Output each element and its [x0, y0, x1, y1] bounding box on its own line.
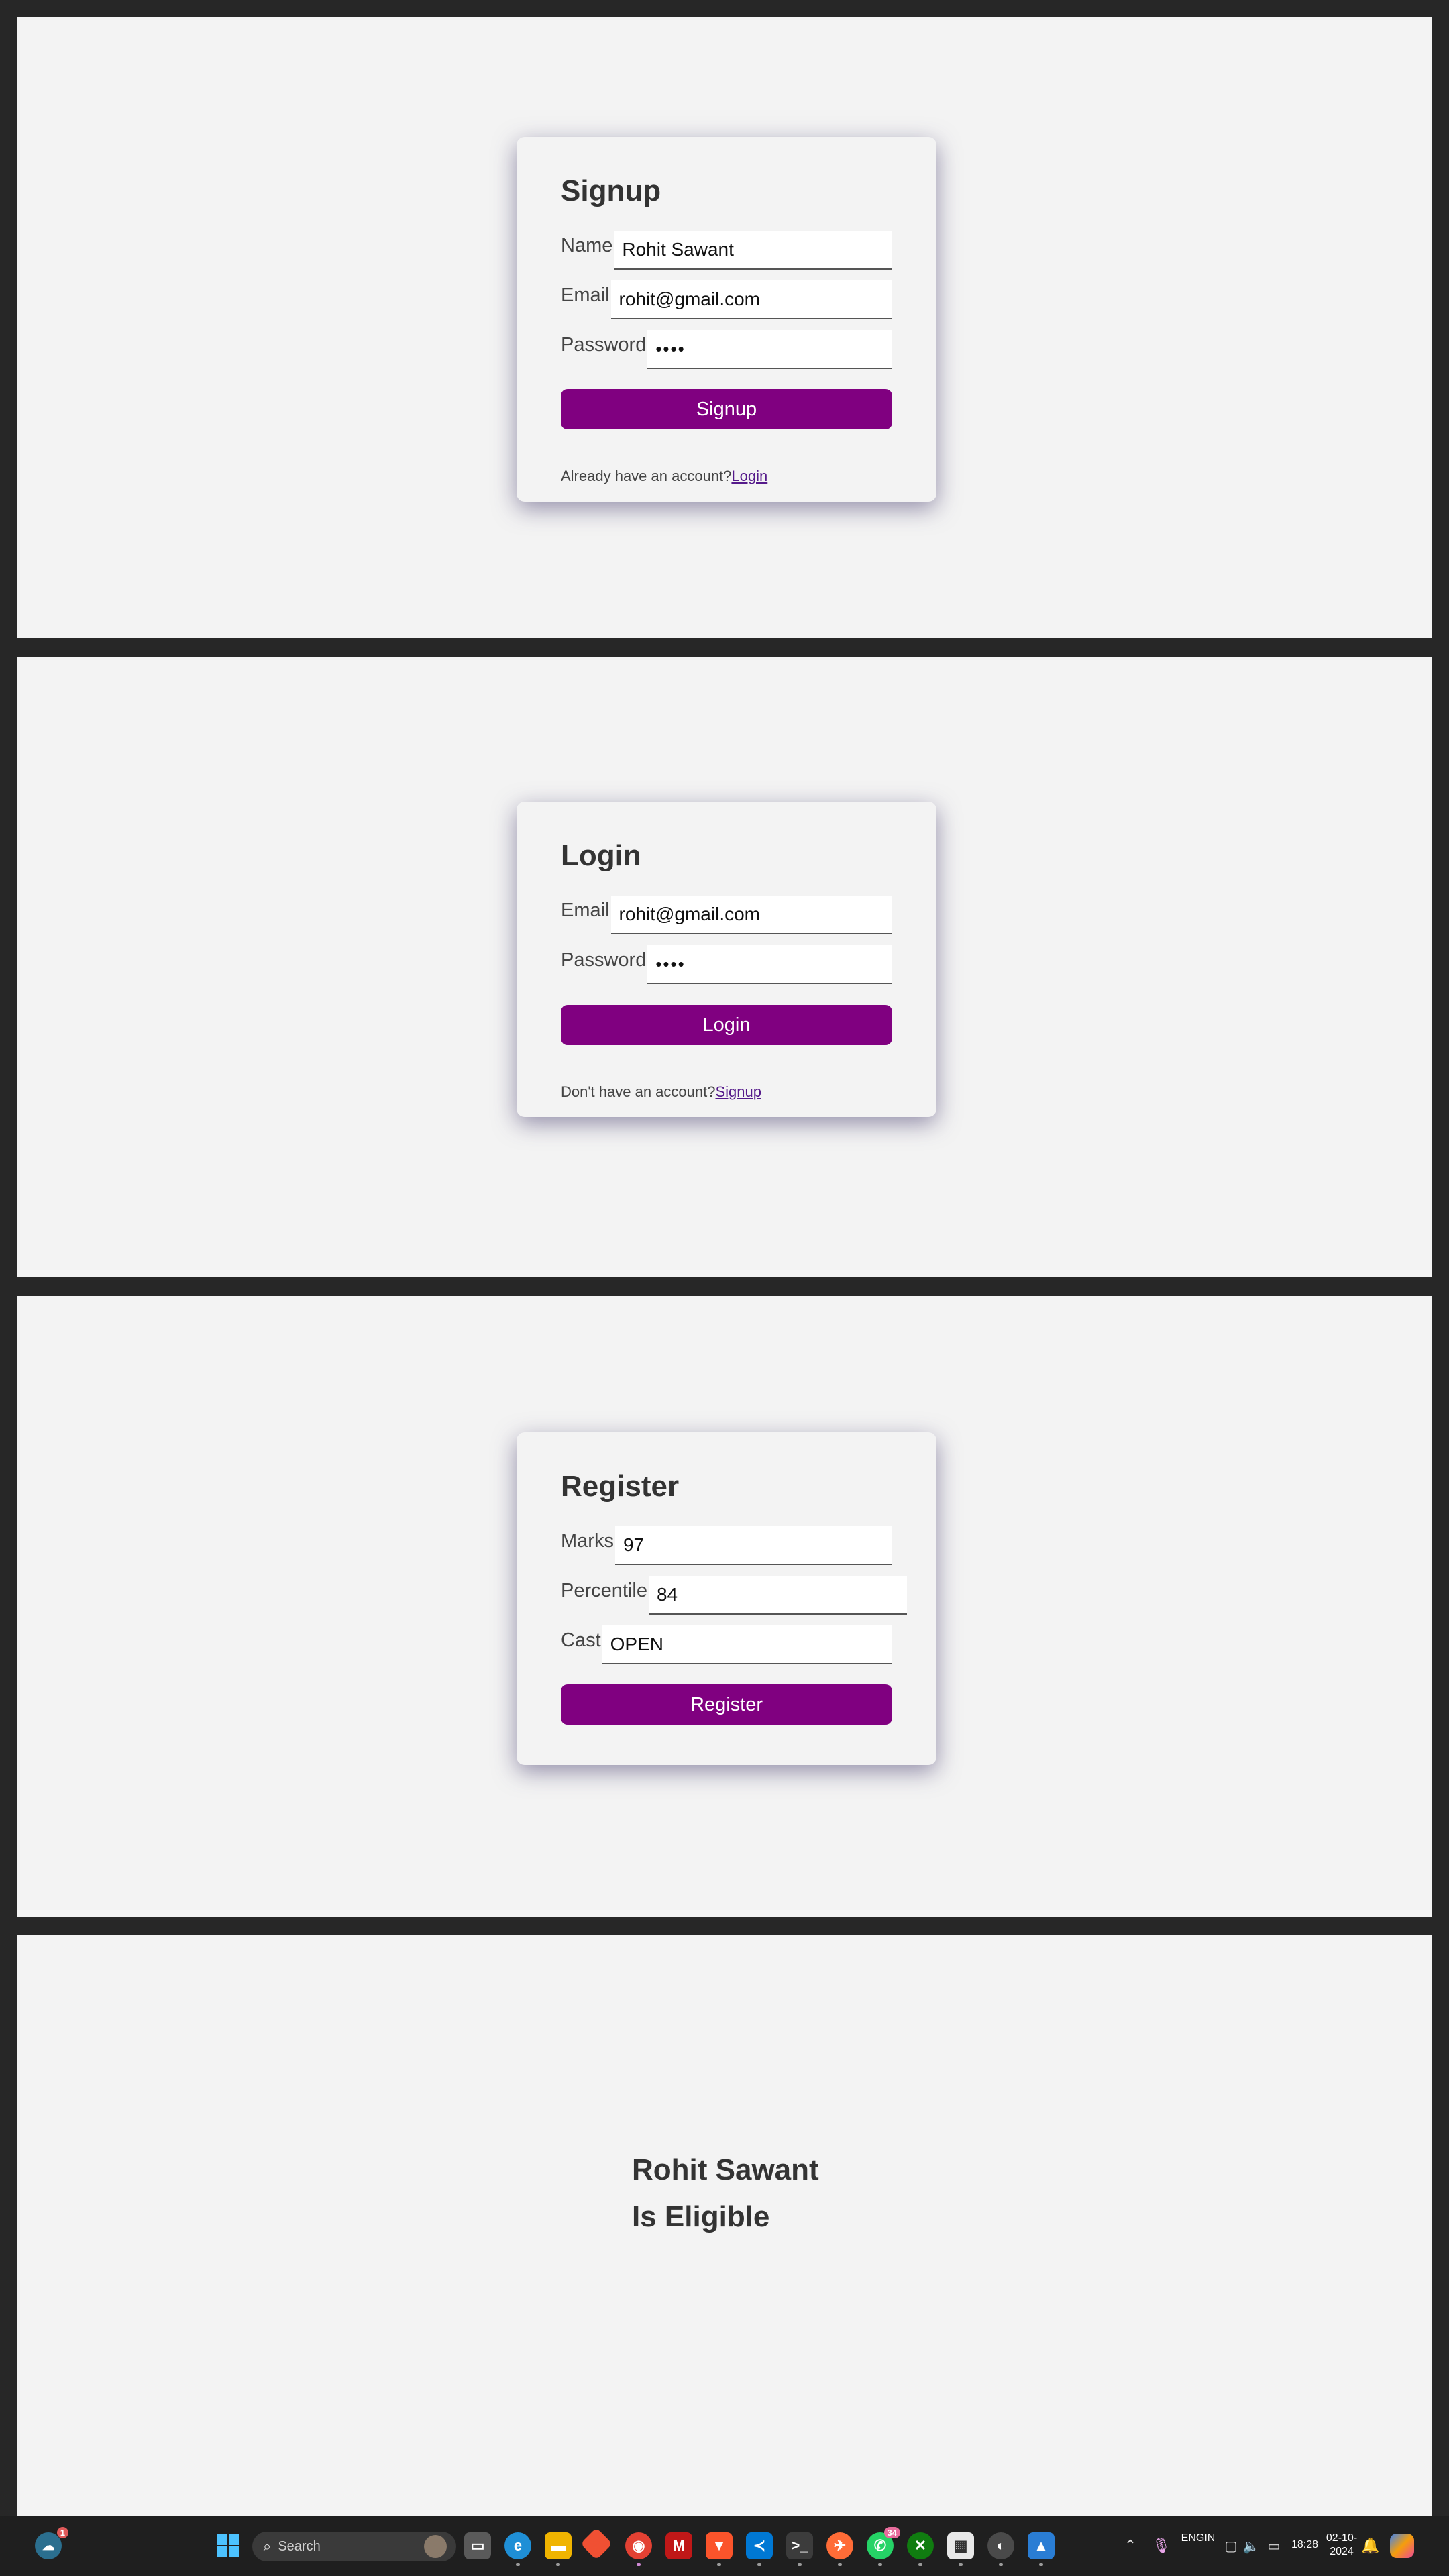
start-icon[interactable]: [216, 2534, 240, 2558]
login-footer-text: Don't have an account?: [561, 1083, 716, 1100]
login-link[interactable]: Login: [731, 468, 767, 484]
widgets-icon[interactable]: ☁ 1: [35, 2527, 68, 2559]
login-panel: Login Email Password Login Don't have an…: [17, 657, 1432, 1277]
password-input[interactable]: [647, 330, 892, 369]
register-title: Register: [561, 1470, 680, 1503]
cast-label: Cast: [561, 1629, 601, 1651]
show-hidden-icons-chevron-icon[interactable]: ⌃: [1120, 2536, 1140, 2556]
password-label: Password: [561, 949, 647, 971]
clock-date: 02-10-2024: [1326, 2532, 1358, 2557]
signup-card: Signup Name Email Password Signup Alread…: [517, 137, 936, 502]
email-input[interactable]: [610, 280, 892, 319]
volume-icon[interactable]: 🔈: [1242, 2537, 1260, 2555]
register-card: Register Marks Percentile Cast Register: [517, 1432, 936, 1765]
chrome-icon[interactable]: ◉: [625, 2532, 652, 2566]
percentile-field-row: Percentile: [561, 1576, 907, 1617]
result-name: Rohit Sawant: [632, 2153, 819, 2186]
signup-button[interactable]: Signup: [561, 389, 892, 429]
ubuntu-icon[interactable]: ◐: [987, 2532, 1014, 2566]
whatsapp-icon[interactable]: ✆ 34: [867, 2527, 900, 2566]
email-input[interactable]: [610, 896, 892, 934]
taskbar: ☁ 1 ⌕ Search ▭ e ▬ ◉ M ▼ ≺ >_ ✈ ✆ 34 ✕ ▦…: [0, 2516, 1449, 2576]
register-button[interactable]: Register: [561, 1684, 892, 1725]
email-field-row: Email: [561, 896, 892, 937]
name-field-row: Name: [561, 231, 892, 272]
signup-footer: Already have an account?Login: [561, 468, 767, 485]
percentile-label: Percentile: [561, 1580, 647, 1601]
notifications-bell-icon[interactable]: 🔔: [1360, 2536, 1381, 2556]
brave-icon[interactable]: ▼: [706, 2532, 733, 2566]
email-field-row: Email: [561, 280, 892, 322]
clock[interactable]: 18:28 02-10-2024: [1291, 2532, 1365, 2559]
search-icon: ⌕: [263, 2538, 272, 2555]
name-input[interactable]: [614, 231, 892, 270]
email-label: Email: [561, 284, 610, 306]
terminal-icon[interactable]: >_: [786, 2532, 813, 2566]
network-icon[interactable]: ▢: [1222, 2537, 1240, 2555]
signup-link[interactable]: Signup: [715, 1083, 761, 1100]
search-highlight-icon: [424, 2535, 447, 2558]
marks-input[interactable]: [614, 1526, 892, 1565]
edge-icon[interactable]: e: [504, 2532, 531, 2566]
cast-field-row: Cast: [561, 1625, 892, 1667]
language-indicator[interactable]: ENG IN: [1178, 2532, 1218, 2545]
photos-icon[interactable]: ▲: [1028, 2532, 1055, 2566]
git-icon[interactable]: [580, 2527, 613, 2561]
copilot-icon[interactable]: [1390, 2534, 1414, 2558]
signup-panel: Signup Name Email Password Signup Alread…: [17, 17, 1432, 638]
percentile-input[interactable]: [648, 1576, 907, 1615]
marks-field-row: Marks: [561, 1526, 892, 1568]
password-field-row: Password: [561, 945, 892, 987]
xbox-icon[interactable]: ✕: [907, 2532, 934, 2566]
marks-label: Marks: [561, 1530, 614, 1552]
email-label: Email: [561, 900, 610, 921]
signup-footer-text: Already have an account?: [561, 468, 732, 484]
language-line1: ENG: [1181, 2532, 1205, 2544]
vscode-icon[interactable]: ≺: [746, 2532, 773, 2566]
login-title: Login: [561, 839, 641, 872]
login-card: Login Email Password Login Don't have an…: [517, 802, 936, 1117]
signup-title: Signup: [561, 174, 661, 207]
password-input[interactable]: [647, 945, 892, 984]
microphone-icon[interactable]: 🎙: [1151, 2536, 1171, 2556]
language-line2: IN: [1204, 2532, 1216, 2544]
file-explorer-icon[interactable]: ▬: [545, 2532, 572, 2566]
search-label: Search: [278, 2538, 321, 2554]
postman-icon[interactable]: ✈: [826, 2532, 853, 2566]
clock-time: 18:28: [1291, 2539, 1319, 2551]
login-button[interactable]: Login: [561, 1005, 892, 1045]
battery-icon[interactable]: ▭: [1264, 2537, 1284, 2555]
mcafee-icon[interactable]: M: [665, 2532, 692, 2559]
result-status: Is Eligible: [632, 2200, 770, 2233]
cast-input[interactable]: [602, 1625, 892, 1664]
login-footer: Don't have an account?Signup: [561, 1083, 761, 1101]
task-view-icon[interactable]: ▭: [464, 2532, 491, 2559]
password-field-row: Password: [561, 330, 892, 372]
widgets-badge: 1: [56, 2527, 68, 2538]
whatsapp-badge: 34: [883, 2527, 900, 2538]
result-panel: Rohit Sawant Is Eligible: [17, 1935, 1432, 2516]
search-input[interactable]: ⌕ Search: [252, 2532, 456, 2561]
name-label: Name: [561, 235, 613, 256]
store-icon[interactable]: ▦: [947, 2532, 974, 2566]
password-label: Password: [561, 334, 647, 356]
register-panel: Register Marks Percentile Cast Register: [17, 1296, 1432, 1917]
